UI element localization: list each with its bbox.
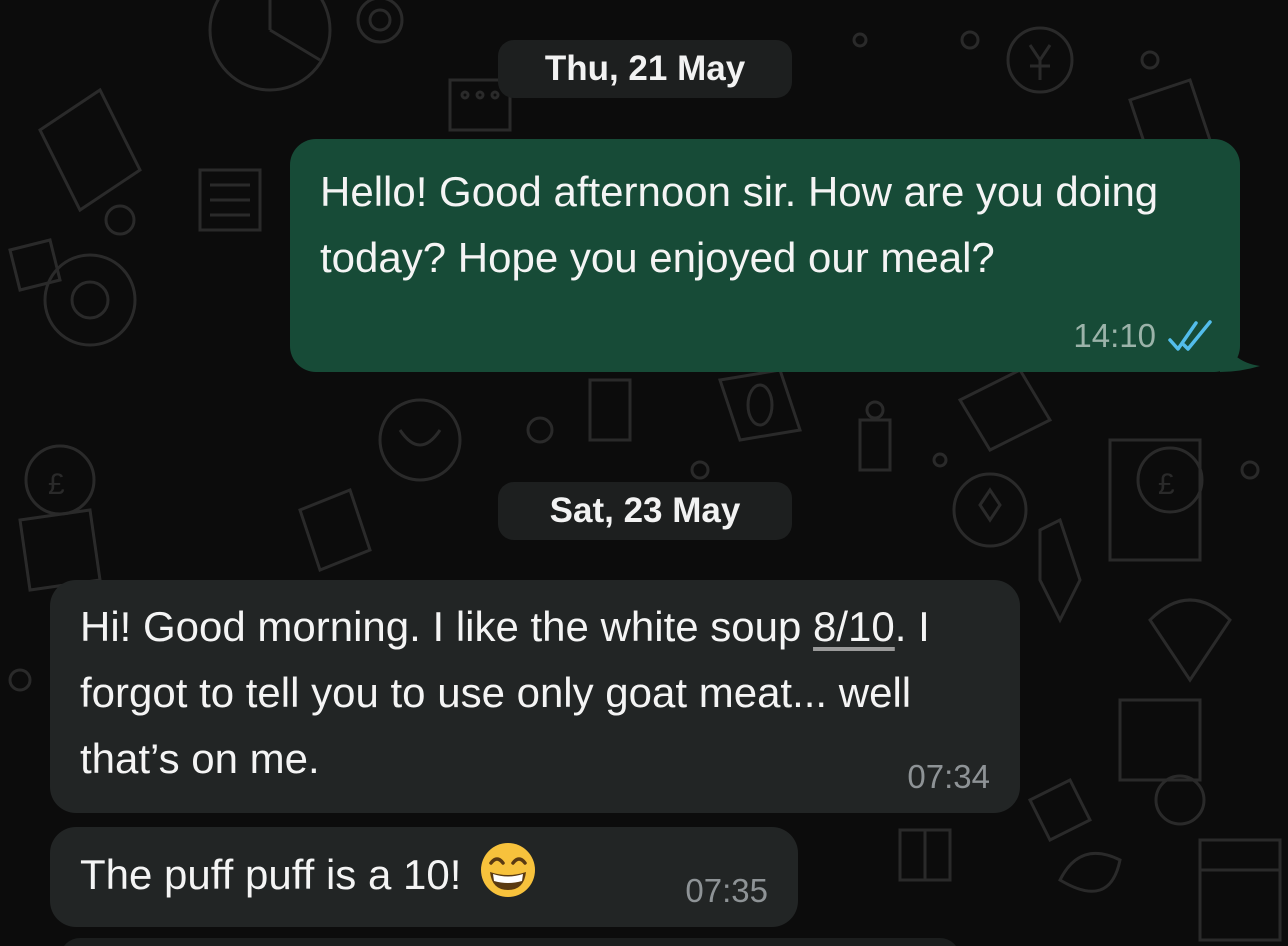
message-text: The puff puff is a 10! [80,841,768,908]
bubble-tail [1220,332,1260,372]
double-check-icon [1168,320,1212,351]
message-text: Hello! Good afternoon sir. How are you d… [320,168,1159,281]
date-separator: Sat, 23 May [498,482,792,540]
chat-view[interactable]: £ £ Thu, 21 May Hello! Good afternoon si… [0,0,1288,946]
incoming-message-bubble[interactable]: The puff puff is a 10! 07:35 [50,827,798,927]
message-text-part: Hi! Good morning. I like the white soup [80,603,814,650]
detected-link[interactable]: 8/10 [813,603,895,650]
outgoing-message-bubble[interactable]: Hello! Good afternoon sir. How are you d… [290,139,1260,372]
incoming-message-bubble[interactable]: Hi! Good morning. I like the white soup … [50,580,1020,813]
svg-text:£: £ [48,468,65,501]
message-timestamp: 14:10 [1073,317,1156,354]
message-text: Hi! Good morning. I like the white soup … [80,594,990,792]
message-text-part: The puff puff is a 10! [80,851,462,898]
grinning-face-emoji-icon [479,841,537,899]
svg-text:£: £ [1158,468,1175,501]
date-separator: Thu, 21 May [498,40,792,98]
message-timestamp: 07:35 [685,872,768,909]
partial-message-bubble [60,938,960,946]
message-timestamp: 07:34 [907,758,990,795]
